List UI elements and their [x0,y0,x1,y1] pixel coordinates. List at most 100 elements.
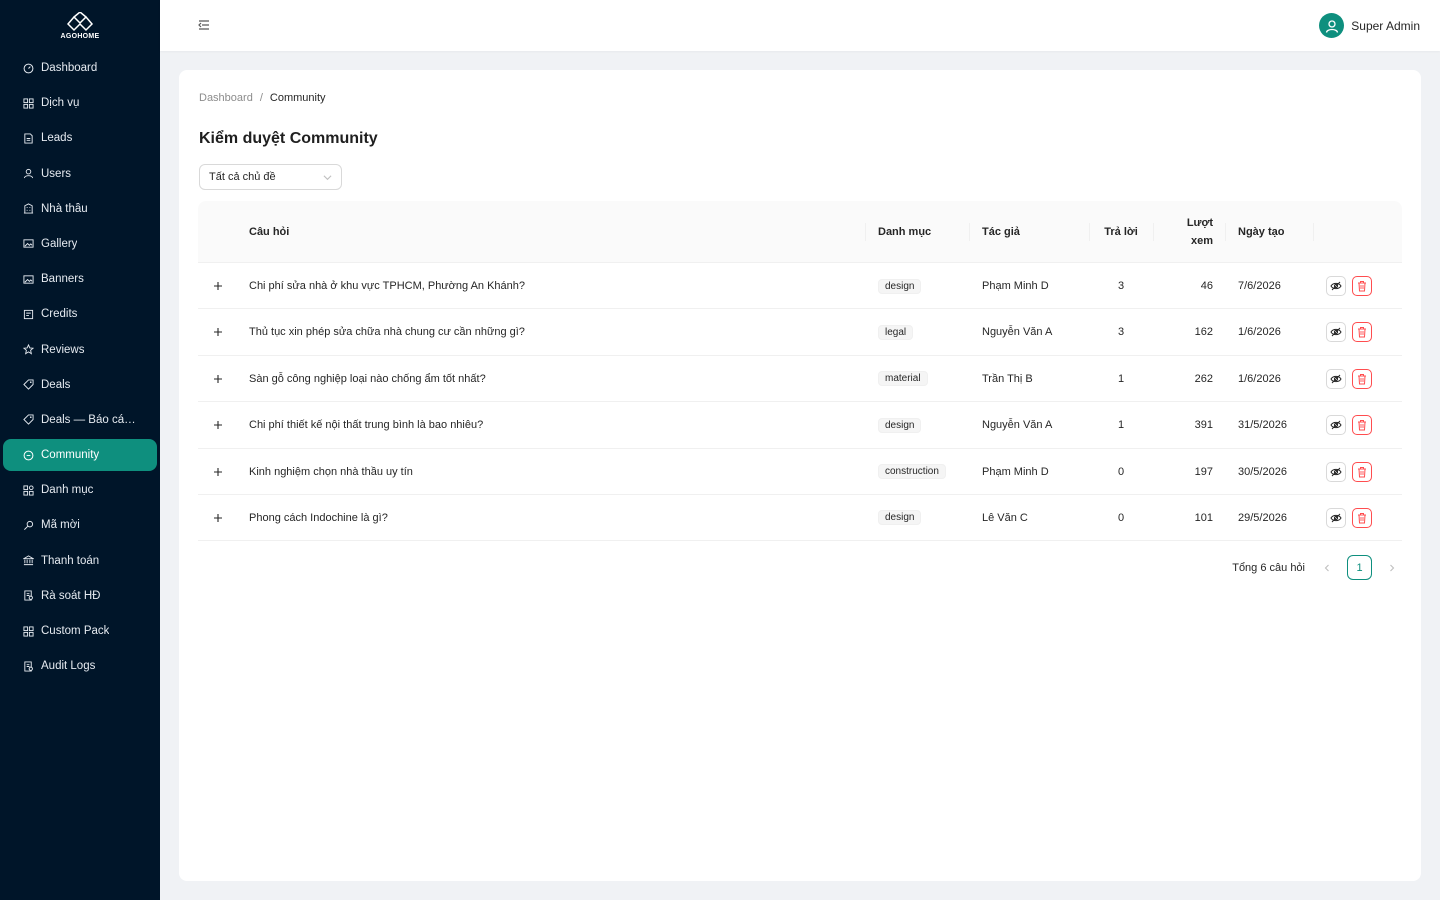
category-tag: design [878,417,922,433]
sidebar-item-dashboard[interactable]: Dashboard [3,52,157,84]
trash-icon [1358,512,1366,524]
sidebar-item-ra-soat-hd[interactable]: Rà soát HĐ [3,580,157,612]
sidebar-item-label: Audit Logs [41,660,96,673]
author-cell: Nguyễn Văn A [982,419,1053,432]
category-tag: design [878,510,922,526]
table-row: Phong cách Indochine là gì? design Lê Văn … [198,495,1402,542]
hide-button[interactable] [1326,507,1346,528]
expand-row-button[interactable] [212,280,224,292]
plus-icon [214,374,222,383]
sidebar-item-label: Deals [41,378,71,391]
pagination-next-button[interactable] [1382,558,1402,578]
sidebar-item-label: Gallery [41,237,78,250]
document-icon [22,132,34,144]
sidebar-item-danh-muc[interactable]: Danh mục [3,474,157,506]
expand-row-button[interactable] [212,512,224,524]
expand-row-button[interactable] [212,466,224,478]
pagination: Tổng 6 câu hỏi 1 [1232,555,1402,580]
sidebar-item-label: Thanh toán [41,554,100,567]
tag-icon [22,379,34,391]
user-icon [22,168,34,180]
sidebar-item-deals[interactable]: Deals [3,369,157,401]
breadcrumb-dashboard-link[interactable]: Dashboard [199,92,253,104]
image-icon [22,238,34,250]
author-cell: Lê Văn C [982,511,1028,524]
sidebar-item-thanh-toan[interactable]: Thanh toán [3,545,157,577]
building-icon [22,203,34,215]
sidebar-item-community[interactable]: Community [3,439,157,472]
trash-icon [1358,466,1366,478]
author-cell: Phạm Minh D [982,280,1049,292]
sidebar-item-credits[interactable]: Credits [3,298,157,330]
column-header-views-line1: Lượt [1186,217,1213,229]
eye-invisible-icon [1330,467,1342,476]
sidebar-item-custom-pack[interactable]: Custom Pack [3,615,157,647]
question-cell[interactable]: Chi phí thiết kế nội thất trung bình là … [249,402,483,448]
topic-filter-select[interactable]: Tất cả chủ đề [199,164,342,190]
questions-table: Câu hỏi Danh mục Tác giả Trả lời Lượt xem… [198,201,1402,542]
sidebar-item-reviews[interactable]: Reviews [3,334,157,366]
sidebar-item-label: Users [41,167,72,180]
created-cell: 1/6/2026 [1238,372,1281,385]
hide-button[interactable] [1326,322,1346,343]
sidebar-item-audit-logs[interactable]: Audit Logs [3,650,157,682]
sidebar: AGOHOME Dashboard Dịch vụ Leads Users Nhà th… [0,0,160,900]
sidebar-item-ma-moi[interactable]: Mã mời [3,509,157,541]
sidebar-item-dich-vu[interactable]: Dịch vụ [3,87,157,119]
sidebar-item-nha-thau[interactable]: Nhà thầu [3,193,157,225]
question-cell[interactable]: Sàn gỗ công nghiệp loại nào chống ẩm tốt… [249,356,486,402]
sidebar-item-deals-bao-cao[interactable]: Deals — Báo cáo ... [3,404,157,436]
column-header-category-label: Danh mục [878,226,932,238]
plus-icon [214,328,222,337]
category-tag: legal [878,324,914,340]
table-row: Chi phí sửa nhà ở khu vực TPHCM, Phường … [198,263,1402,310]
column-header-question: Câu hỏi [249,226,290,238]
hide-button[interactable] [1326,276,1346,296]
hide-button[interactable] [1326,415,1346,436]
delete-button[interactable] [1352,368,1372,389]
trash-icon [1358,373,1366,385]
dashboard-icon [22,62,34,74]
delete-button[interactable] [1352,461,1372,482]
expand-row-button[interactable] [212,326,224,338]
trash-icon [1358,281,1366,292]
content-card: Dashboard / Community Kiểm duyệt Communi… [179,70,1421,881]
expand-row-button[interactable] [212,373,224,385]
sidebar-item-label: Nhà thầu [41,202,88,215]
category-icon [22,484,34,496]
sidebar-item-gallery[interactable]: Gallery [3,228,157,260]
chevron-right-icon [1390,564,1395,571]
question-cell[interactable]: Kinh nghiệm chọn nhà thầu uy tín [249,449,413,495]
question-cell[interactable]: Chi phí sửa nhà ở khu vực TPHCM, Phường … [249,263,525,309]
bank-icon [22,555,34,567]
question-cell[interactable]: Phong cách Indochine là gì? [249,495,388,541]
hide-button[interactable] [1326,368,1346,389]
delete-button[interactable] [1352,415,1372,436]
user-menu[interactable]: Super Admin [1319,13,1420,38]
sidebar-item-banners[interactable]: Banners [3,263,157,295]
sidebar-item-leads[interactable]: Leads [3,122,157,154]
pagination-page-1[interactable]: 1 [1347,555,1372,580]
sidebar-menu: Dashboard Dịch vụ Leads Users Nhà thầu Galler… [0,52,160,682]
question-cell[interactable]: Thủ tục xin phép sửa chữa nhà chung cư c… [249,309,525,355]
author-cell: Trần Thị B [982,372,1033,385]
pagination-prev-button[interactable] [1317,558,1337,578]
image-icon [22,273,34,285]
table-row: Chi phí thiết kế nội thất trung bình là … [198,402,1402,449]
created-cell: 1/6/2026 [1238,326,1281,339]
top-header: Super Admin [160,0,1440,51]
column-header-category: Danh mục [865,201,969,263]
menu-fold-icon[interactable] [196,17,212,33]
eye-invisible-icon [1330,374,1342,384]
delete-button[interactable] [1352,507,1372,528]
sidebar-item-label: Community [41,449,100,462]
expand-row-button[interactable] [212,419,224,431]
sidebar-item-users[interactable]: Users [3,158,157,190]
delete-button[interactable] [1352,276,1372,296]
eye-invisible-icon [1330,420,1342,430]
brand-logo[interactable]: AGOHOME [0,0,160,48]
logo-icon [66,12,94,32]
delete-button[interactable] [1352,322,1372,343]
views-cell: 197 [1194,465,1213,478]
hide-button[interactable] [1326,461,1346,482]
